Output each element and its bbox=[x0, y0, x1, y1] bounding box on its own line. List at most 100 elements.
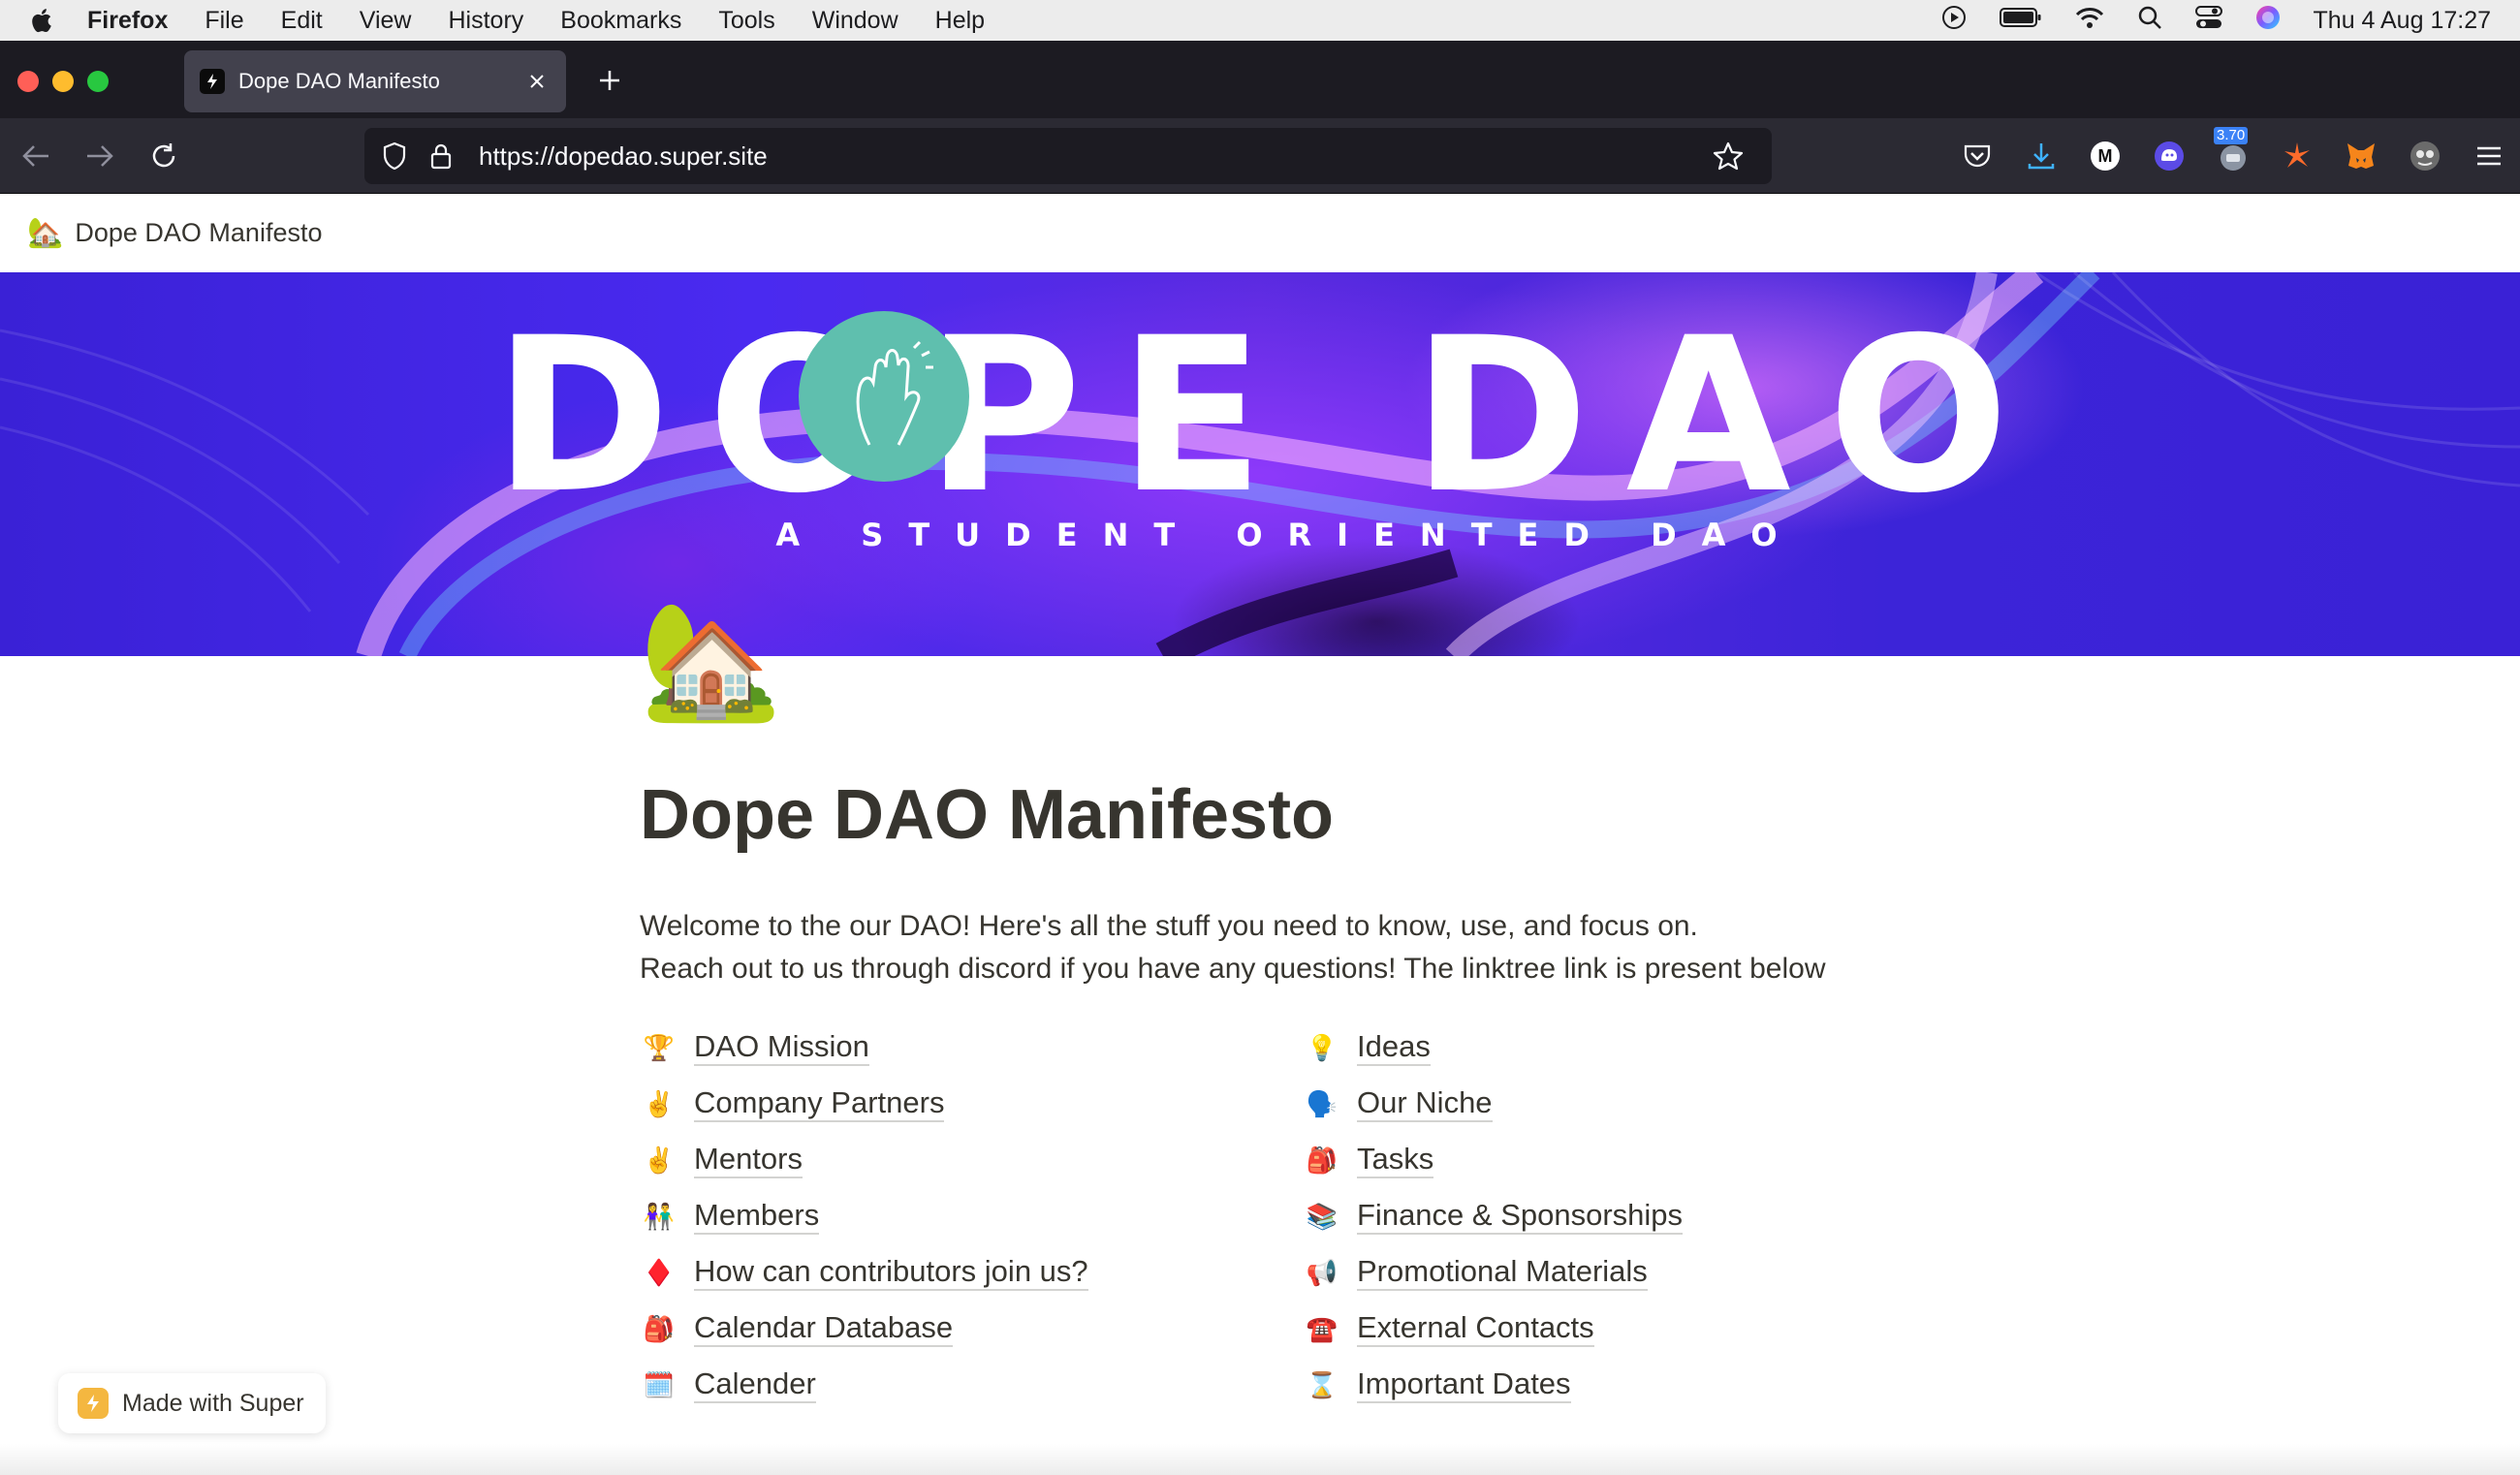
media-play-icon[interactable] bbox=[1941, 5, 1967, 37]
link-label[interactable]: DAO Mission bbox=[694, 1029, 869, 1066]
made-with-super-label: Made with Super bbox=[122, 1389, 304, 1417]
link-important-dates[interactable]: ⌛ Important Dates bbox=[1305, 1357, 1944, 1413]
link-members[interactable]: 👫 Members bbox=[642, 1188, 1281, 1244]
hamburger-menu-icon[interactable] bbox=[2468, 135, 2510, 177]
backpack-icon: 🎒 bbox=[1306, 1145, 1339, 1175]
super-favicon-icon bbox=[200, 69, 225, 94]
control-center-icon[interactable] bbox=[2194, 5, 2222, 37]
link-label[interactable]: How can contributors join us? bbox=[694, 1254, 1088, 1291]
badge-extension-icon[interactable]: 3.70 bbox=[2212, 127, 2254, 177]
banner-subtitle: A STUDENT ORIENTED DAO bbox=[775, 517, 1803, 553]
apple-icon[interactable] bbox=[29, 6, 54, 35]
cover-banner: DOPE DAO A STUDENT ORIENTED DAO bbox=[0, 272, 2520, 656]
link-label[interactable]: Our Niche bbox=[1357, 1085, 1493, 1122]
tracking-shield-icon[interactable] bbox=[378, 140, 411, 173]
url-bar[interactable]: https://dopedao.super.site bbox=[364, 128, 1772, 184]
backpack-icon: 🎒 bbox=[643, 1313, 676, 1343]
intro-line-1: Welcome to the our DAO! Here's all the s… bbox=[640, 910, 1698, 942]
url-text[interactable]: https://dopedao.super.site bbox=[479, 141, 1712, 172]
window-minimize-button[interactable] bbox=[52, 71, 74, 92]
link-label[interactable]: Calender bbox=[694, 1366, 816, 1403]
made-with-super-badge[interactable]: Made with Super bbox=[58, 1373, 326, 1433]
victory-hand-icon: ✌️ bbox=[643, 1088, 676, 1118]
browser-tab-strip: Dope DAO Manifesto bbox=[0, 41, 2520, 118]
trophy-icon: 🏆 bbox=[643, 1032, 676, 1062]
menu-file[interactable]: File bbox=[205, 7, 243, 35]
link-label[interactable]: Calendar Database bbox=[694, 1310, 954, 1347]
books-icon: 📚 bbox=[1306, 1201, 1339, 1231]
link-dao-mission[interactable]: 🏆 DAO Mission bbox=[642, 1020, 1281, 1076]
link-promotional-materials[interactable]: 📢 Promotional Materials bbox=[1305, 1244, 1944, 1301]
speaking-head-icon: 🗣️ bbox=[1306, 1088, 1339, 1118]
link-ideas[interactable]: 💡 Ideas bbox=[1305, 1020, 1944, 1076]
browser-tab-active[interactable]: Dope DAO Manifesto bbox=[184, 50, 566, 112]
intro-line-2: Reach out to us through discord if you h… bbox=[640, 953, 1826, 985]
hourglass-icon: ⌛ bbox=[1306, 1369, 1339, 1399]
pocket-icon[interactable] bbox=[1956, 135, 1999, 177]
link-label[interactable]: Members bbox=[694, 1198, 820, 1235]
lightning-bolt-icon bbox=[78, 1388, 109, 1419]
link-label[interactable]: Promotional Materials bbox=[1357, 1254, 1648, 1291]
tab-title: Dope DAO Manifesto bbox=[238, 69, 440, 93]
menu-history[interactable]: History bbox=[449, 7, 524, 35]
menu-view[interactable]: View bbox=[360, 7, 412, 35]
new-tab-plus-icon[interactable] bbox=[593, 64, 626, 97]
menu-edit[interactable]: Edit bbox=[281, 7, 323, 35]
link-contributors-join[interactable]: ♦️ How can contributors join us? bbox=[642, 1244, 1281, 1301]
macos-menu-bar: Firefox File Edit View History Bookmarks… bbox=[0, 0, 2520, 41]
diamond-icon: ♦️ bbox=[643, 1257, 676, 1287]
window-close-button[interactable] bbox=[17, 71, 39, 92]
link-label[interactable]: Important Dates bbox=[1357, 1366, 1571, 1403]
reload-icon[interactable] bbox=[145, 138, 182, 174]
profile-avatar-icon[interactable] bbox=[2404, 135, 2446, 177]
page-bottom-edge bbox=[0, 1444, 2520, 1475]
menu-tools[interactable]: Tools bbox=[718, 7, 774, 35]
link-tasks[interactable]: 🎒 Tasks bbox=[1305, 1132, 1944, 1188]
m-extension-icon[interactable]: M bbox=[2084, 135, 2126, 177]
link-label[interactable]: Ideas bbox=[1357, 1029, 1431, 1066]
link-label[interactable]: Company Partners bbox=[694, 1085, 945, 1122]
link-mentors[interactable]: ✌️ Mentors bbox=[642, 1132, 1281, 1188]
bookmark-star-icon[interactable] bbox=[1712, 140, 1745, 173]
link-calender[interactable]: 🗓️ Calender bbox=[642, 1357, 1281, 1413]
extension-badge-count: 3.70 bbox=[2214, 127, 2249, 144]
spotlight-search-icon[interactable] bbox=[2137, 5, 2162, 37]
link-label[interactable]: Tasks bbox=[1357, 1142, 1434, 1178]
svg-text:M: M bbox=[2098, 146, 2113, 166]
page-title: Dope DAO Manifesto bbox=[640, 776, 1335, 854]
page-breadcrumb-header: 🏡 Dope DAO Manifesto bbox=[0, 194, 2520, 272]
menu-bookmarks[interactable]: Bookmarks bbox=[560, 7, 681, 35]
menu-app-name[interactable]: Firefox bbox=[87, 7, 168, 35]
battery-icon[interactable] bbox=[1999, 7, 2042, 35]
metamask-fox-icon[interactable] bbox=[2340, 135, 2382, 177]
forward-arrow-icon[interactable] bbox=[81, 138, 118, 174]
menu-help[interactable]: Help bbox=[935, 7, 985, 35]
link-label[interactable]: Finance & Sponsorships bbox=[1357, 1198, 1684, 1235]
window-zoom-button[interactable] bbox=[87, 71, 109, 92]
tab-close-icon[interactable] bbox=[523, 68, 551, 95]
link-label[interactable]: Mentors bbox=[694, 1142, 803, 1178]
ghost-extension-icon[interactable] bbox=[2148, 135, 2190, 177]
links-column-right: 💡 Ideas 🗣️ Our Niche 🎒 Tasks 📚 Finance &… bbox=[1305, 1020, 1944, 1413]
link-finance-sponsorships[interactable]: 📚 Finance & Sponsorships bbox=[1305, 1188, 1944, 1244]
link-calendar-database[interactable]: 🎒 Calendar Database bbox=[642, 1301, 1281, 1357]
lightbulb-icon: 💡 bbox=[1306, 1032, 1339, 1062]
link-external-contacts[interactable]: ☎️ External Contacts bbox=[1305, 1301, 1944, 1357]
spark-extension-icon[interactable] bbox=[2276, 135, 2318, 177]
house-emoji-icon: 🏡 bbox=[27, 217, 64, 249]
wifi-icon[interactable] bbox=[2075, 6, 2104, 36]
link-company-partners[interactable]: ✌️ Company Partners bbox=[642, 1076, 1281, 1132]
downloads-icon[interactable] bbox=[2020, 135, 2063, 177]
megaphone-icon: 📢 bbox=[1306, 1257, 1339, 1287]
menubar-clock[interactable]: Thu 4 Aug 17:27 bbox=[2314, 7, 2491, 35]
link-label[interactable]: External Contacts bbox=[1357, 1310, 1594, 1347]
lock-icon[interactable] bbox=[425, 140, 457, 173]
breadcrumb-title[interactable]: Dope DAO Manifesto bbox=[75, 218, 322, 248]
banner-hand-logo-icon bbox=[799, 311, 969, 482]
siri-icon[interactable] bbox=[2255, 5, 2281, 37]
menu-window[interactable]: Window bbox=[812, 7, 898, 35]
links-column-left: 🏆 DAO Mission ✌️ Company Partners ✌️ Men… bbox=[642, 1020, 1281, 1413]
link-our-niche[interactable]: 🗣️ Our Niche bbox=[1305, 1076, 1944, 1132]
page-house-icon: 🏡 bbox=[640, 597, 782, 725]
back-arrow-icon[interactable] bbox=[17, 138, 54, 174]
